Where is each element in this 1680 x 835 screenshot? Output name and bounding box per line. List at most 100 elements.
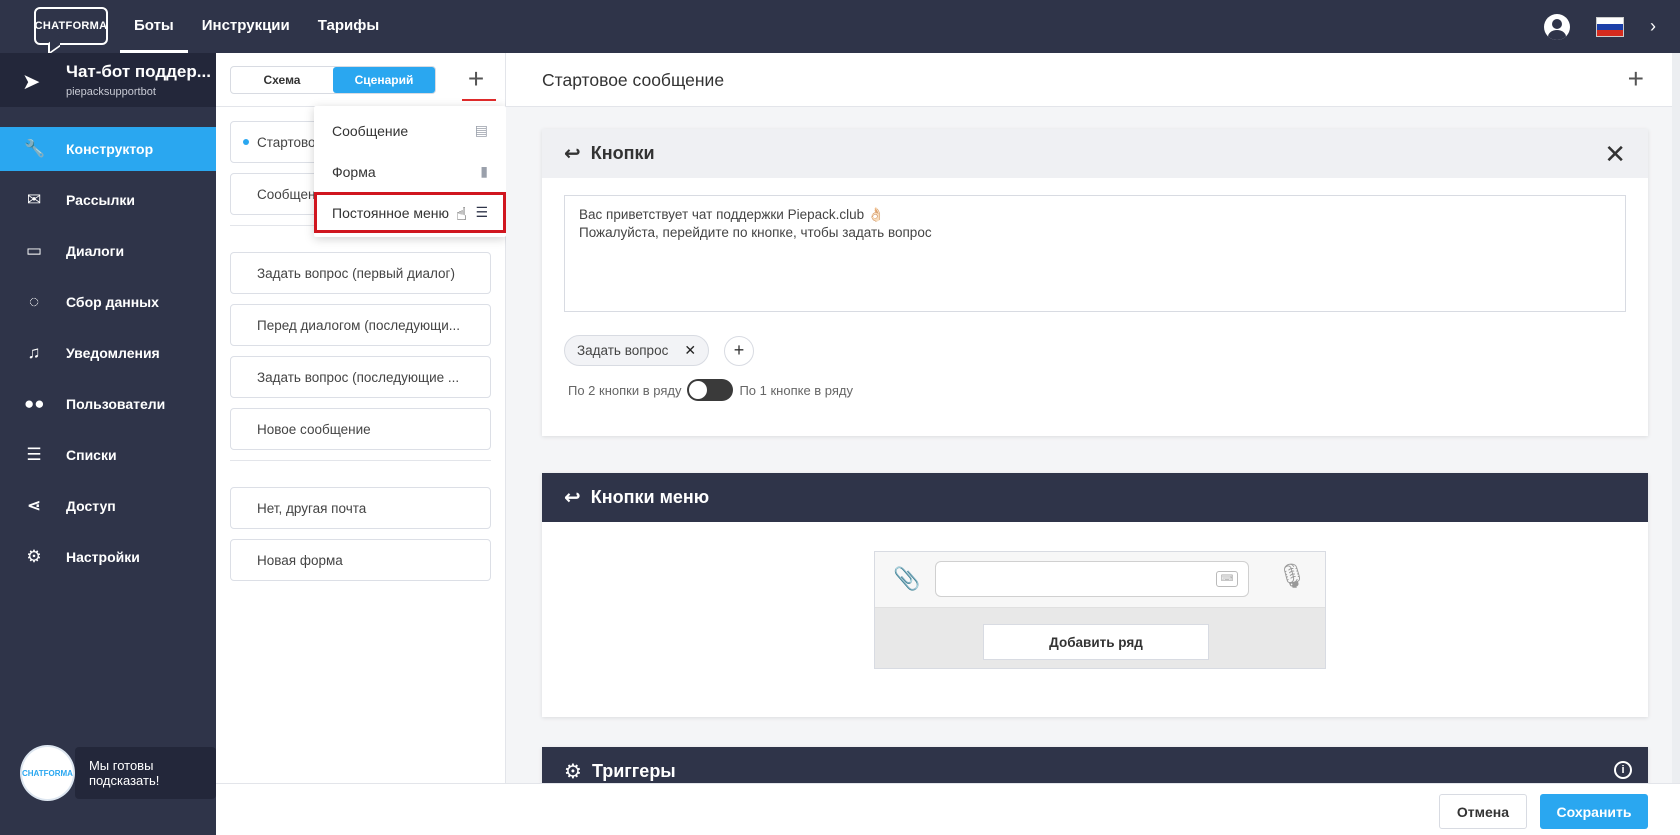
tab-scenario[interactable]: Сценарий	[333, 67, 435, 93]
step-item[interactable]: Новая форма	[230, 539, 491, 581]
step-item[interactable]: Нет, другая почта	[230, 487, 491, 529]
ring-icon: ◌	[28, 292, 40, 311]
menu-buttons-card-header: ↩ Кнопки меню	[542, 473, 1648, 522]
hand-cursor-icon: ☝	[456, 204, 467, 224]
list-icon: ☰	[26, 445, 42, 464]
phone-text-input: ⌨	[935, 561, 1249, 597]
users-icon: ●●	[24, 394, 45, 413]
bot-username: piepacksupportbot	[66, 86, 156, 98]
add-step-dropdown: Сообщение ▤ Форма ▮ Постоянное меню ☰	[314, 106, 506, 237]
language-flag-icon[interactable]	[1596, 16, 1624, 37]
top-bar: CHATFORMA Боты Инструкции Тарифы ›	[0, 0, 1680, 53]
dropdown-item-message[interactable]: Сообщение ▤	[314, 110, 506, 151]
chatforma-logo[interactable]: CHATFORMA	[34, 7, 108, 45]
help-avatar[interactable]: CHATFORMA	[20, 745, 75, 801]
main-area: Стартовое сообщение + ↩ Кнопки ✕ Вас при…	[506, 53, 1680, 807]
toggle-right-label: По 1 кнопке в ряду	[739, 382, 854, 398]
list-icon: ☰	[475, 204, 488, 220]
sidebar-item-mailings[interactable]: ✉ Рассылки	[0, 178, 216, 222]
scenario-header: Схема Сценарий +	[216, 53, 505, 107]
tab-scheme[interactable]: Схема	[231, 67, 333, 93]
step-item[interactable]: Задать вопрос (последующие ...	[230, 356, 491, 398]
reply-icon: ↩	[564, 143, 581, 165]
step-item[interactable]: Перед диалогом (последующи...	[230, 304, 491, 346]
toggle-left-label: По 2 кнопки в ряду	[568, 382, 682, 398]
scrollbar[interactable]	[1672, 53, 1680, 783]
active-dot	[243, 139, 249, 145]
menu-buttons-card: ↩ Кнопки меню 📎 ⌨ 🎙 Добавить ряд	[542, 473, 1648, 717]
sidebar-item-dialogs[interactable]: ▭ Диалоги	[0, 229, 216, 273]
add-step-highlight	[462, 99, 496, 101]
wrench-icon: 🔧	[24, 139, 46, 158]
envelope-icon: ✉	[26, 190, 42, 209]
sidebar-item-data-collection[interactable]: ◌ Сбор данных	[0, 280, 216, 324]
sidebar-item-access[interactable]: ⋖ Доступ	[0, 484, 216, 528]
nav-pricing[interactable]: Тарифы	[304, 0, 393, 53]
phone-preview: 📎 ⌨ 🎙 Добавить ряд	[874, 551, 1326, 669]
sidebar-item-label: Сбор данных	[66, 294, 159, 310]
chevron-right-icon[interactable]: ›	[1650, 16, 1656, 37]
sidebar-item-settings[interactable]: ⚙ Настройки	[0, 535, 216, 579]
nav-instructions[interactable]: Инструкции	[188, 0, 304, 53]
sidebar-item-label: Диалоги	[66, 243, 125, 259]
dropdown-item-persistent-menu[interactable]: Постоянное меню ☰	[314, 192, 506, 233]
chat-icon: ▭	[25, 241, 43, 260]
page-title: Стартовое сообщение	[542, 70, 725, 90]
top-right-controls: ›	[1544, 0, 1656, 53]
sidebar-item-label: Пользователи	[66, 396, 166, 412]
sidebar-item-constructor[interactable]: 🔧 Конструктор	[0, 127, 216, 171]
sidebar-item-label: Уведомления	[66, 345, 160, 361]
footer-bar: Отмена Сохранить	[216, 783, 1680, 835]
add-button-button[interactable]: +	[724, 336, 754, 366]
nav-bots[interactable]: Боты	[120, 0, 188, 53]
sidebar-item-label: Настройки	[66, 549, 140, 565]
sidebar-item-label: Доступ	[66, 498, 116, 514]
sidebar-item-label: Списки	[66, 447, 117, 463]
buttons-per-row-toggle[interactable]	[687, 379, 734, 401]
close-icon[interactable]: ✕	[1604, 139, 1626, 170]
bell-icon: ♫	[27, 343, 41, 362]
top-nav: Боты Инструкции Тарифы	[120, 0, 393, 53]
help-widget[interactable]: CHATFORMA Мы готовы подсказать!	[20, 745, 216, 801]
dropdown-item-form[interactable]: Форма ▮	[314, 151, 506, 192]
message-text-area[interactable]: Вас приветствует чат поддержки Piepack.c…	[564, 195, 1626, 312]
bot-name: Чат-бот поддер...	[66, 62, 211, 81]
buttons-per-row-toggle-row: По 2 кнопки в ряду По 1 кнопке в ряду	[568, 379, 853, 401]
help-bubble: Мы готовы подсказать!	[74, 747, 216, 799]
share-icon: ⋖	[26, 496, 42, 515]
gear-icon: ⚙	[26, 547, 42, 566]
buttons-card-header: ↩ Кнопки	[542, 129, 1648, 178]
divider	[230, 460, 491, 461]
telegram-icon: ➤	[22, 69, 41, 94]
step-item[interactable]: Задать вопрос (первый диалог)	[230, 252, 491, 294]
step-item[interactable]: Новое сообщение	[230, 408, 491, 450]
sidebar-item-lists[interactable]: ☰ Списки	[0, 433, 216, 477]
flag-stripe-red	[1597, 29, 1623, 36]
sidebar-item-users[interactable]: ●● Пользователи	[0, 382, 216, 426]
view-toggle: Схема Сценарий	[230, 66, 436, 94]
phone-input-bar: 📎 ⌨ 🎙	[875, 552, 1325, 608]
bar-chart-icon: ▮	[480, 163, 488, 179]
left-sidebar: ➤ Чат-бот поддер... piepacksupportbot 🔧 К…	[0, 53, 216, 835]
sidebar-item-label: Конструктор	[66, 141, 154, 157]
buttons-card: ↩ Кнопки ✕ Вас приветствует чат поддержк…	[542, 129, 1648, 436]
gear-icon: ⚙	[564, 761, 582, 783]
main-header: Стартовое сообщение +	[506, 53, 1680, 107]
button-chip[interactable]: Задать вопрос ✕	[564, 335, 710, 366]
bot-header[interactable]: ➤ Чат-бот поддер... piepacksupportbot	[0, 53, 216, 107]
cancel-button[interactable]: Отмена	[1439, 794, 1527, 829]
info-icon[interactable]: i	[1614, 761, 1632, 779]
sidebar-item-notifications[interactable]: ♫ Уведомления	[0, 331, 216, 375]
sidebar-menu: 🔧 Конструктор ✉ Рассылки ▭ Диалоги ◌ Сбор да…	[0, 127, 216, 579]
add-row-button[interactable]: Добавить ряд	[983, 624, 1209, 660]
sidebar-item-label: Рассылки	[66, 192, 135, 208]
paperclip-icon: 📎	[893, 566, 921, 591]
add-icon[interactable]: +	[1628, 63, 1644, 95]
user-account-icon[interactable]	[1544, 13, 1570, 40]
message-icon: ▤	[474, 122, 488, 138]
remove-chip-icon[interactable]: ✕	[684, 342, 696, 359]
add-step-button[interactable]: +	[461, 65, 491, 95]
microphone-icon: 🎙	[1277, 563, 1308, 590]
reply-icon: ↩	[564, 487, 581, 509]
save-button[interactable]: Сохранить	[1540, 794, 1648, 829]
